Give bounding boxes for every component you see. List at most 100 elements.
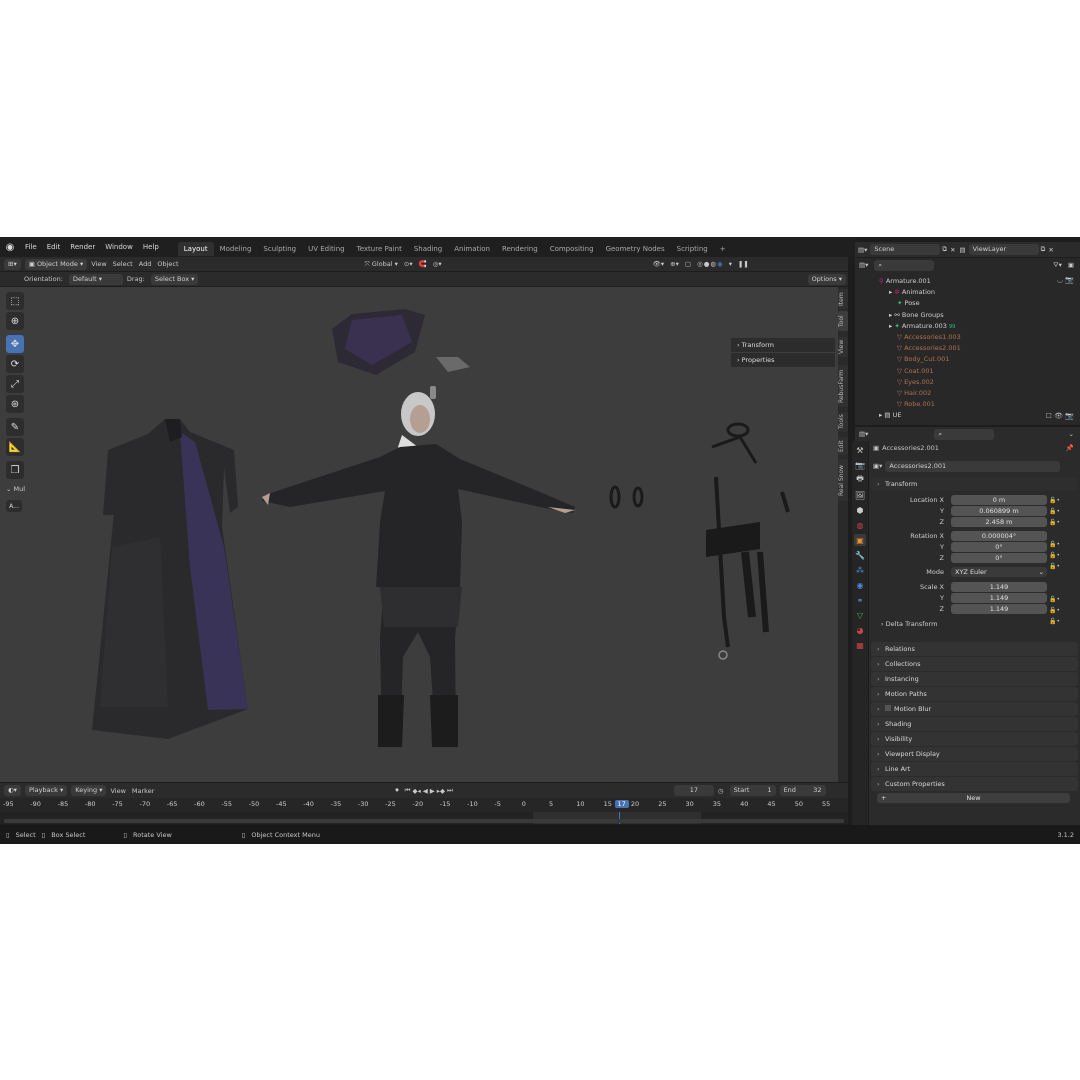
tab-view[interactable]: View — [838, 337, 848, 357]
constraints-tab-icon[interactable]: ⚭ — [854, 594, 866, 606]
menu-select[interactable]: Select — [113, 260, 133, 268]
rotation-x-field[interactable]: 0.000004° — [951, 531, 1047, 541]
blender-logo-icon[interactable]: ◉ — [0, 237, 20, 257]
new-property-button[interactable]: + New — [877, 793, 1070, 803]
pivot-icon[interactable]: ⊙▾ — [404, 260, 413, 268]
view-layer-tab-icon[interactable]: 🖼 — [854, 489, 866, 501]
delta-transform-subpanel[interactable]: › Delta Transform — [881, 620, 937, 628]
section-custom-properties[interactable]: Custom Properties — [871, 777, 1078, 791]
timeline-view-menu[interactable]: View — [110, 787, 125, 795]
texture-tab-icon[interactable]: ▦ — [854, 639, 866, 651]
shading-options-icon[interactable]: ▾ — [729, 260, 732, 268]
gizmo-icon[interactable]: ⊕▾ — [670, 260, 679, 268]
location-z-field[interactable]: 2.458 m — [951, 517, 1047, 527]
rotation-mode-select[interactable]: XYZ Euler ⌄ — [951, 567, 1047, 577]
new-collection-icon[interactable]: ▣ — [1068, 261, 1074, 269]
tab-compositing[interactable]: Compositing — [544, 242, 600, 256]
scene-selector[interactable]: Scene — [870, 244, 941, 255]
menu-render[interactable]: Render — [65, 237, 100, 257]
pin-icon[interactable]: 📌 — [1066, 444, 1074, 452]
xray-icon[interactable]: ▢ — [685, 260, 691, 268]
scene-copy-icon[interactable]: ⧉ — [942, 245, 947, 254]
scale-z-field[interactable]: 1.149 — [951, 604, 1047, 614]
scale-x-field[interactable]: 1.149 — [951, 582, 1047, 592]
current-frame-field[interactable]: 17 — [673, 785, 714, 796]
editor-type-button[interactable]: ⊞▾ — [4, 258, 21, 270]
timeline-track[interactable] — [0, 812, 848, 824]
object-tab-icon[interactable]: ▣ — [854, 534, 866, 546]
rotation-y-field[interactable]: 0° — [951, 542, 1047, 552]
world-tab-icon[interactable]: ◍ — [854, 519, 866, 531]
tab-real-snow[interactable]: Real Snow — [838, 459, 848, 501]
physics-tab-icon[interactable]: ◉ — [854, 579, 866, 591]
section-shading[interactable]: Shading — [871, 717, 1078, 731]
tab-texture-paint[interactable]: Texture Paint — [351, 242, 408, 256]
object-name-field[interactable]: Accessories2.001 — [885, 460, 1061, 472]
rotation-z-field[interactable]: 0° — [951, 553, 1047, 563]
tab-scripting[interactable]: Scripting — [671, 242, 714, 256]
shading-material-icon[interactable]: ◍ — [710, 260, 716, 268]
section-relations[interactable]: Relations — [871, 642, 1078, 656]
drag-select[interactable]: Select Box ▾ — [150, 273, 199, 285]
outliner-visibility-icons[interactable]: ☐ 👁 📷 — [1046, 412, 1074, 420]
viewlayer-icon[interactable]: ▤ — [960, 246, 966, 254]
menu-object[interactable]: Object — [157, 260, 178, 268]
scale-y-field[interactable]: 1.149 — [951, 593, 1047, 603]
motion-blur-checkbox[interactable] — [885, 705, 891, 711]
clock-icon[interactable]: ◷ — [718, 787, 724, 795]
modifier-tab-icon[interactable]: 🔧 — [854, 549, 866, 561]
filter-icon[interactable]: ⛛▾ — [1053, 261, 1062, 270]
section-visibility[interactable]: Visibility — [871, 732, 1078, 746]
outliner-row-robe[interactable]: ▽ Robe.001 — [879, 399, 1080, 410]
outliner-row-eyes[interactable]: ▽ Eyes.002 — [879, 377, 1080, 388]
pause-icon[interactable]: ❚❚ — [738, 260, 749, 268]
outliner-display-icon[interactable]: ▤▾ — [859, 261, 868, 269]
start-frame-field[interactable]: Start 1 — [729, 785, 776, 796]
object-data-icon[interactable]: ▣▾ — [873, 462, 882, 470]
prev-key-icon[interactable]: ◆◂ — [413, 787, 421, 795]
tab-animation[interactable]: Animation — [448, 242, 496, 256]
transform-orientation-select[interactable]: ⤧ Global ▾ — [365, 260, 398, 269]
outliner-row-hair[interactable]: ▽ Hair.002 — [879, 388, 1080, 399]
properties-editor-icon[interactable]: ▤▾ — [859, 430, 868, 438]
options-button[interactable]: Options ▾ — [807, 273, 846, 285]
shading-wireframe-icon[interactable]: ◎ — [697, 260, 703, 268]
add-workspace-button[interactable]: + — [714, 242, 732, 256]
viewlayer-close-icon[interactable]: ✕ — [1048, 246, 1053, 254]
tab-modeling[interactable]: Modeling — [214, 242, 258, 256]
timeline-editor-type[interactable]: ◐▾ — [4, 785, 21, 796]
section-viewport-display[interactable]: Viewport Display — [871, 747, 1078, 761]
outliner-eye-icon[interactable]: ◡ 📷 — [1057, 276, 1074, 284]
location-x-field[interactable]: 0 m — [951, 495, 1047, 505]
outliner-row-pose[interactable]: ✦ Pose — [879, 298, 1080, 309]
play-icon[interactable]: ▶ — [430, 787, 435, 795]
tab-geometry-nodes[interactable]: Geometry Nodes — [600, 242, 671, 256]
material-tab-icon[interactable]: ◕ — [854, 624, 866, 636]
tab-rendering[interactable]: Rendering — [496, 242, 544, 256]
panel-transform[interactable]: › Transform — [731, 338, 835, 352]
jump-end-icon[interactable]: ⏭ — [447, 786, 453, 795]
outliner-row-accessories2[interactable]: ▽ Accessories2.001 — [879, 343, 1080, 354]
tool-tab-icon[interactable]: ⚒ — [854, 444, 866, 456]
section-line-art[interactable]: Line Art — [871, 762, 1078, 776]
tab-edit[interactable]: Edit — [838, 437, 848, 455]
mode-select[interactable]: ▣ Object Mode ▾ — [24, 258, 88, 270]
record-icon[interactable]: ⏺ — [395, 786, 398, 795]
outliner-row-animation[interactable]: ▸ ✲ Animation — [879, 287, 1080, 298]
timeline-scrollbar[interactable] — [4, 819, 844, 823]
keying-menu[interactable]: Keying ▾ — [71, 785, 107, 796]
outliner-row-armature-003[interactable]: ▸ ✦ Armature.003 99 — [879, 321, 1080, 332]
properties-options-icon[interactable]: ⌄ — [1069, 430, 1074, 438]
shading-solid-icon[interactable]: ● — [704, 260, 710, 268]
end-frame-field[interactable]: End 32 — [779, 785, 826, 796]
section-collections[interactable]: Collections — [871, 657, 1078, 671]
tab-rebusfarm[interactable]: RebusFarm — [838, 365, 848, 407]
outliner-row-accessories1[interactable]: ▽ Accessories1.003 — [879, 332, 1080, 343]
menu-edit[interactable]: Edit — [42, 237, 66, 257]
output-tab-icon[interactable]: 🖶 — [854, 474, 866, 486]
playback-menu[interactable]: Playback ▾ — [24, 785, 68, 796]
tab-shading[interactable]: Shading — [408, 242, 448, 256]
tab-tools[interactable]: Tools — [838, 412, 848, 432]
outliner-row-bone-groups[interactable]: ▸ ⚯ Bone Groups — [879, 310, 1080, 321]
tab-sculpting[interactable]: Sculpting — [257, 242, 302, 256]
